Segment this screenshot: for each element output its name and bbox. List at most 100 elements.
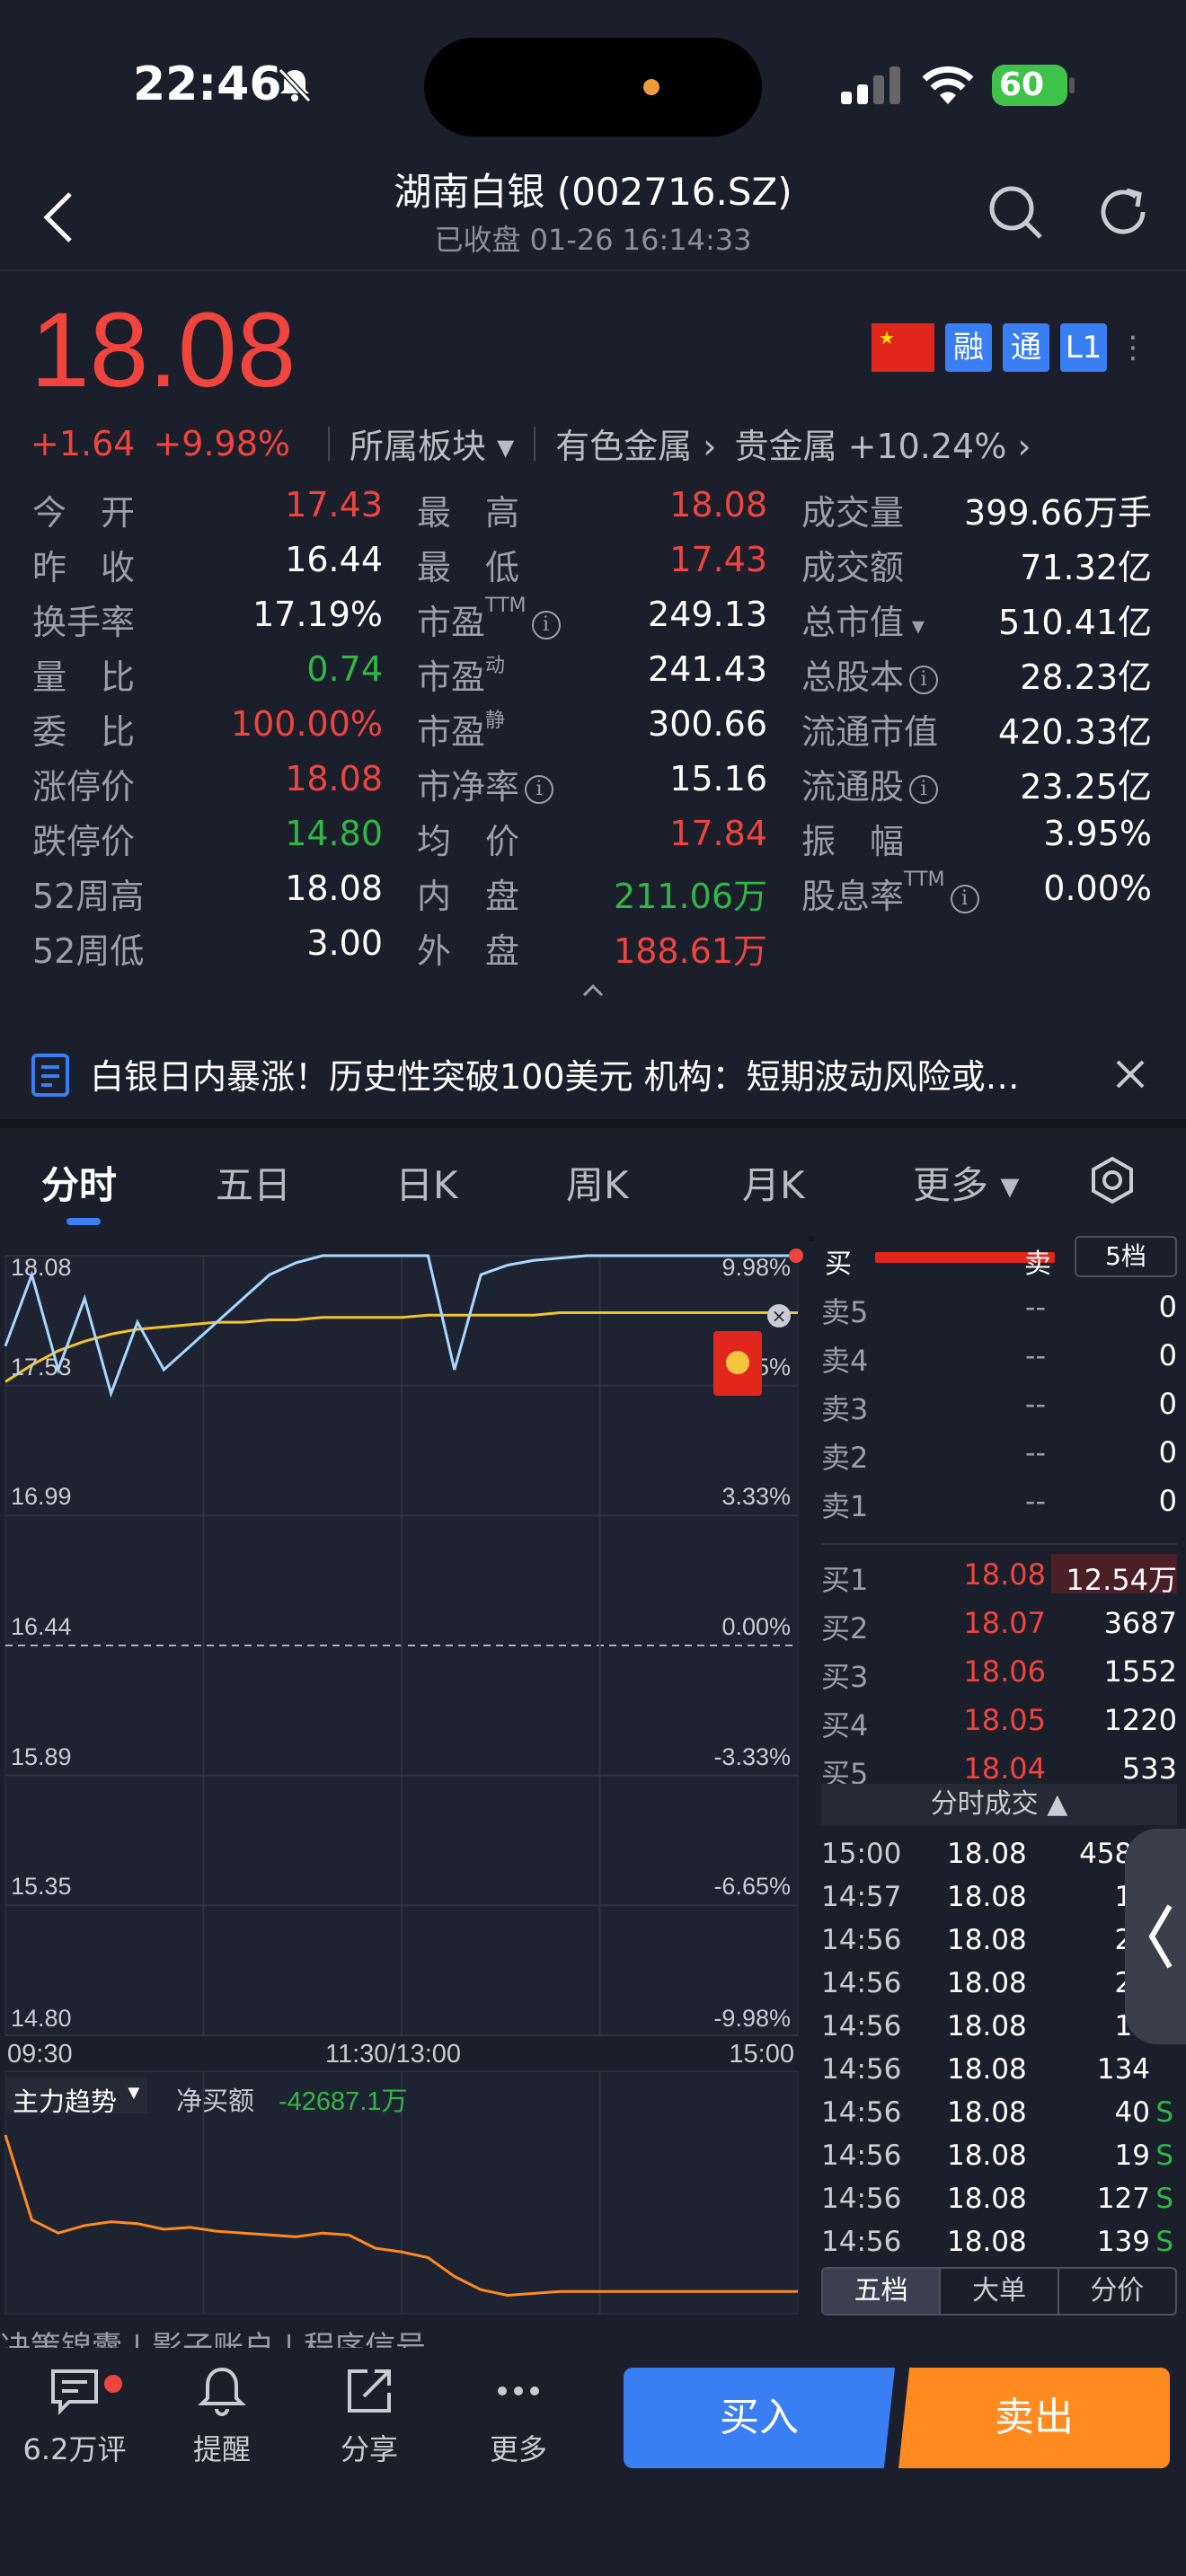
stat-value: 399.66万手 [964, 493, 1152, 533]
info-icon[interactable]: i [525, 774, 554, 804]
ask-price: -- [1024, 1387, 1046, 1421]
ask-row[interactable]: 卖5 -- 0 [821, 1283, 1177, 1331]
stat-label: 成交额 [801, 548, 905, 587]
ask-row[interactable]: 卖1 -- 0 [821, 1477, 1177, 1525]
sector-dropdown[interactable]: 所属板块 ▾ [350, 419, 514, 468]
stat-value: 17.43 [669, 540, 767, 579]
tab-five-levels[interactable]: 五档 [823, 2269, 942, 2314]
sell-button[interactable]: 卖出 [898, 2368, 1170, 2468]
trade-time: 14:56 [821, 1924, 902, 1956]
stock-header: 湖南白银 (002716.SZ) 已收盘 01-26 16:14:33 [0, 153, 1186, 269]
bid-row[interactable]: 买3 18.06 1552 [821, 1647, 1177, 1696]
chart-canvas[interactable] [0, 1236, 809, 2323]
stat-row: 今 开 17.43 最 高 18.08 成交量 399.66万手 [32, 485, 1155, 540]
nav-share[interactable]: 分享 [302, 2364, 437, 2468]
tab-large-orders[interactable]: 大单 [941, 2269, 1059, 2314]
news-doc-icon [31, 1054, 69, 1097]
depth-level-button[interactable]: 5档 [1075, 1236, 1177, 1277]
more-dots-icon[interactable]: ⋮ [1118, 330, 1148, 366]
close-icon[interactable]: × [767, 1304, 791, 1328]
info-icon[interactable]: i [531, 610, 561, 640]
close-icon[interactable] [1112, 1056, 1148, 1092]
tab-five-day[interactable]: 五日 [216, 1155, 291, 1210]
battery-indicator: 60 [992, 65, 1067, 106]
y-axis-price-label: 17.53 [11, 1353, 72, 1381]
trade-time: 14:56 [821, 2053, 902, 2086]
tab-price-distribution[interactable]: 分价 [1059, 2269, 1175, 2314]
stat-value: 71.32亿 [1020, 548, 1152, 587]
bottom-action-bar: 6.2万评 提醒 分享 更多 买入 卖出 [0, 2348, 1186, 2576]
settings-icon[interactable] [1087, 1155, 1137, 1205]
stat-value: 17.43 [285, 485, 383, 525]
intraday-chart[interactable]: 18.08 17.53 16.99 16.44 15.89 15.35 14.80 9.98%… [0, 1236, 809, 2323]
ask-row[interactable]: 卖3 -- 0 [821, 1380, 1177, 1428]
info-icon[interactable]: i [909, 774, 939, 804]
sector-link-1[interactable]: 有色金属 › [555, 419, 716, 468]
badge-level[interactable]: L1 [1060, 323, 1107, 372]
bid-row[interactable]: 买2 18.07 3687 [821, 1599, 1177, 1647]
sector-link-2[interactable]: 贵金属 +10.24% › [734, 419, 1031, 468]
tab-weekly-k[interactable]: 周K [566, 1155, 629, 1210]
level-label: 买4 [821, 1708, 869, 1742]
ask-price: -- [1024, 1338, 1046, 1372]
news-banner[interactable]: 白银日内暴涨！历史性突破100美元 机构：短期波动风险或… [0, 1029, 1186, 1119]
stat-label: 市盈静 [417, 710, 506, 752]
bell-icon [198, 2367, 246, 2416]
stat-row: 昨 收 16.44 最 低 17.43 成交额 71.32亿 [32, 540, 1155, 595]
side-panel-handle[interactable] [1125, 1829, 1186, 2044]
stat-value: 3.00 [306, 923, 383, 963]
stat-value: 249.13 [648, 595, 767, 634]
trade-row: 14:56 18.08 40 S [821, 2091, 1177, 2134]
stat-label: 52周高 [32, 877, 145, 916]
buy-button[interactable]: 买入 [624, 2368, 895, 2468]
stat-label: 最 低 [417, 548, 520, 587]
stat-value: 23.25亿 [1020, 767, 1152, 807]
trade-side: S [1155, 2226, 1173, 2258]
nav-comments[interactable]: 6.2万评 [7, 2364, 142, 2468]
header-divider [0, 269, 1186, 271]
trade-price: 18.08 [947, 2096, 1027, 2129]
trades-header[interactable]: 分时成交 ▲ [821, 1784, 1177, 1825]
ask-qty: 0 [1158, 1484, 1177, 1518]
badge-margin[interactable]: 融 [945, 323, 992, 372]
bid-row[interactable]: 买4 18.05 1220 [821, 1696, 1177, 1744]
level-label: 买3 [821, 1660, 869, 1694]
info-icon[interactable]: i [909, 665, 939, 694]
news-headline[interactable]: 白银日内暴涨！历史性突破100美元 机构：短期波动风险或… [90, 1049, 1060, 1098]
stat-value: 3.95% [1043, 814, 1152, 853]
refresh-icon[interactable] [1093, 181, 1154, 243]
tab-intraday[interactable]: 分时 [41, 1155, 117, 1210]
search-icon[interactable] [985, 181, 1046, 243]
trade-time: 14:56 [821, 2226, 902, 2258]
badge-connect[interactable]: 通 [1003, 323, 1049, 372]
nav-more[interactable]: 更多 [451, 2364, 586, 2468]
ask-qty: 0 [1158, 1435, 1177, 1469]
stat-value: 18.08 [285, 869, 383, 908]
stat-value: 14.80 [285, 814, 383, 853]
stat-value: 100.00% [230, 704, 383, 744]
bid-price: 18.08 [963, 1557, 1046, 1592]
bid-price: 18.06 [963, 1654, 1046, 1689]
ask-row[interactable]: 卖2 -- 0 [821, 1428, 1177, 1477]
nav-alert[interactable]: 提醒 [155, 2364, 289, 2468]
y-axis-price-label: 14.80 [11, 2005, 72, 2032]
ask-price: -- [1024, 1290, 1046, 1324]
stat-value: 211.06万 [614, 877, 767, 916]
level-label: 卖3 [821, 1392, 869, 1426]
level-label: 买1 [821, 1563, 869, 1597]
red-packet-icon[interactable] [713, 1331, 762, 1396]
bid-price: 18.07 [963, 1606, 1046, 1640]
bid-row[interactable]: 买1 18.08 12.54万 [821, 1550, 1177, 1599]
stat-row: 换手率 17.19% 市盈TTMi 249.13 总市值 ▾ 510.41亿 [32, 595, 1155, 649]
indicator-label: 主力趋势 [13, 2088, 118, 2117]
indicator-dropdown[interactable]: 主力趋势 ▼ [5, 2078, 147, 2117]
info-icon[interactable]: i [950, 884, 979, 913]
tab-daily-k[interactable]: 日K [395, 1155, 458, 1210]
tab-more[interactable]: 更多 ▾ [913, 1155, 1019, 1210]
trade-price: 18.08 [947, 2139, 1027, 2172]
tab-monthly-k[interactable]: 月K [742, 1155, 805, 1210]
collapse-arrow-icon[interactable] [580, 981, 606, 999]
sell-ratio-label: 卖 [1024, 1248, 1051, 1280]
ask-row[interactable]: 卖4 -- 0 [821, 1331, 1177, 1380]
tool-strip-peek[interactable]: 决策锦囊 | 影子账户 | 程序信号 [0, 2323, 1186, 2348]
